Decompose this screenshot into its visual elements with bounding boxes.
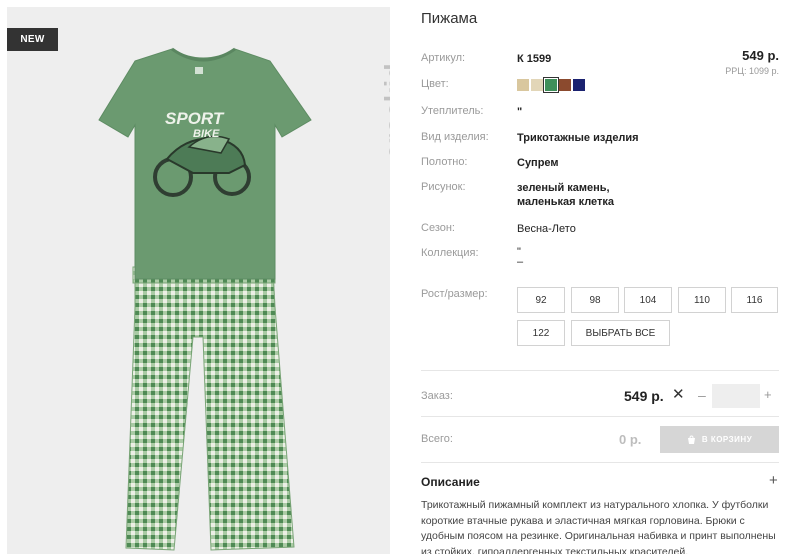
color-swatch[interactable]: [543, 77, 559, 93]
product-title: Пижама: [421, 10, 478, 27]
attr-label: Коллекция:: [421, 247, 479, 259]
divider: [421, 416, 779, 417]
product-photo[interactable]: SPORT BIKE NEW crockid: [7, 7, 390, 554]
order-label: Заказ:: [421, 390, 453, 402]
attr-value: К 1599: [517, 53, 552, 65]
select-all-button[interactable]: ВЫБРАТЬ ВСЕ: [571, 320, 670, 346]
quantity-input[interactable]: [712, 384, 760, 408]
new-badge: NEW: [7, 28, 58, 51]
size-button[interactable]: 122: [517, 320, 565, 346]
attr-label: Рисунок:: [421, 181, 466, 193]
color-swatch[interactable]: [517, 79, 529, 91]
cart-button-label: В КОРЗИНУ: [701, 435, 753, 444]
divider: [421, 370, 779, 371]
size-button[interactable]: 116: [731, 287, 778, 313]
attr-value-line2: –: [517, 256, 524, 268]
size-button[interactable]: 98: [571, 287, 619, 313]
description-text: Трикотажный пижамный комплект из натурал…: [421, 499, 776, 554]
attr-value-line1: зеленый камень,: [517, 182, 610, 194]
print-text-1: SPORT: [165, 109, 225, 128]
attr-label: Утеплитель:: [421, 105, 484, 117]
add-to-cart-button[interactable]: В КОРЗИНУ: [660, 426, 779, 453]
cart-icon: [687, 434, 695, 444]
attr-label: Артикул:: [421, 52, 466, 64]
brand-text: crockid: [379, 63, 390, 159]
product-price: 549 р.: [742, 48, 779, 63]
decrease-button[interactable]: –: [698, 387, 706, 403]
attr-value-line2: маленькая клетка: [517, 196, 615, 208]
attr-value: Супрем: [517, 157, 559, 169]
increase-button[interactable]: +: [764, 387, 772, 402]
attr-label: Сезон:: [421, 222, 455, 234]
print-text-2: BIKE: [193, 128, 220, 140]
size-button[interactable]: 110: [678, 287, 726, 313]
pajama-illustration: SPORT BIKE: [98, 47, 312, 551]
color-swatch[interactable]: [573, 79, 585, 91]
rrp-price: РРЦ: 1099 р.: [725, 66, 779, 76]
attr-label: Полотно:: [421, 156, 468, 168]
color-swatch[interactable]: [559, 79, 571, 91]
size-button[interactable]: 92: [517, 287, 565, 313]
attr-value: Весна-Лето: [517, 223, 576, 235]
attr-label: Цвет:: [421, 78, 449, 90]
divider: [421, 462, 779, 463]
total-label: Всего:: [421, 433, 453, 445]
attr-value: ": [517, 106, 523, 118]
total-value: 0 р.: [619, 432, 642, 447]
order-price: 549 р.: [624, 388, 664, 404]
description-heading[interactable]: Описание: [421, 475, 480, 489]
attr-label: Вид изделия:: [421, 131, 489, 143]
attr-value: Трикотажные изделия: [517, 132, 639, 144]
brand-logo: crockid: [337, 51, 390, 171]
remove-icon[interactable]: ✕: [672, 385, 685, 403]
attr-label: Рост/размер:: [421, 288, 488, 300]
color-swatches: [517, 77, 585, 93]
expand-icon[interactable]: +: [769, 472, 778, 489]
color-swatch[interactable]: [531, 79, 543, 91]
size-button[interactable]: 104: [624, 287, 672, 313]
